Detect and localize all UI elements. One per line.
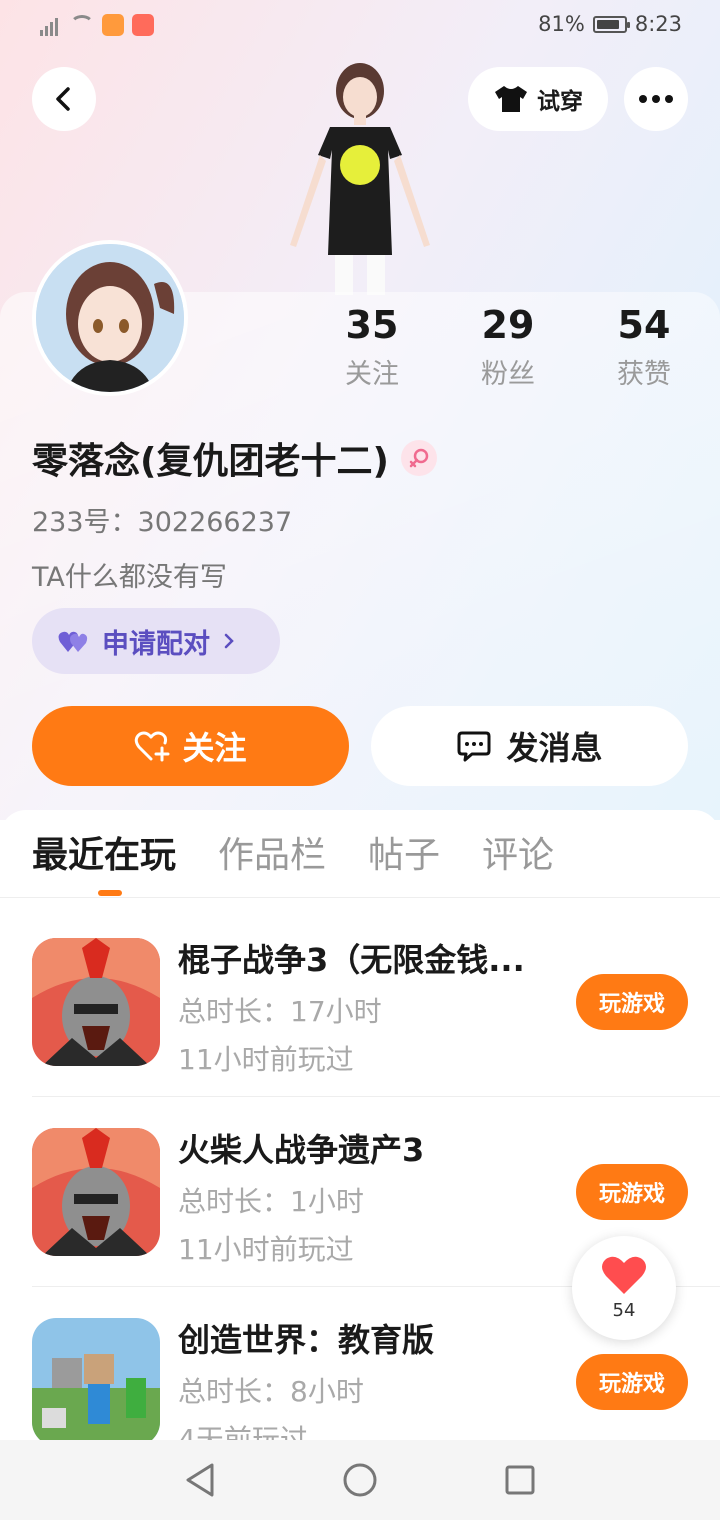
game-duration: 总时长：8小时	[178, 1375, 364, 1408]
try-on-button[interactable]: 试穿	[468, 67, 608, 131]
likes-count: 54	[617, 303, 671, 347]
system-navigation-bar	[0, 1440, 720, 1520]
try-on-label: 试穿	[537, 89, 583, 115]
profile-name-row: 零落念(复仇团老十二)	[32, 432, 437, 484]
game-last-played: 11小时前玩过	[178, 1233, 354, 1266]
more-options-button[interactable]	[624, 67, 688, 131]
game-list-item[interactable]: 棍子战争3（无限金钱... 总时长：17小时 11小时前玩过 玩游戏	[0, 938, 720, 1128]
game-duration: 总时长：17小时	[178, 995, 382, 1028]
send-message-button[interactable]: 发消息	[371, 706, 688, 786]
play-game-button[interactable]: 玩游戏	[576, 1164, 688, 1220]
game-title: 创造世界：教育版	[178, 1321, 435, 1359]
follow-label: 关注	[182, 729, 247, 767]
likes-stat[interactable]: 54 获赞	[589, 302, 699, 391]
tab-posts[interactable]: 帖子	[368, 828, 440, 884]
heart-plus-icon	[135, 731, 170, 762]
followers-stat[interactable]: 29 粉丝	[453, 302, 563, 391]
play-game-button[interactable]: 玩游戏	[576, 1354, 688, 1410]
female-gender-icon	[400, 440, 437, 476]
game-title: 火柴人战争遗产3	[178, 1131, 425, 1169]
tab-recently-played[interactable]: 最近在玩	[32, 828, 176, 884]
game-last-played: 11小时前玩过	[178, 1043, 354, 1076]
back-arrow-icon	[56, 87, 70, 111]
double-heart-icon	[58, 631, 88, 652]
tabs-divider	[0, 897, 720, 898]
followers-label: 粉丝	[481, 359, 535, 390]
app-notification-icon	[102, 14, 124, 36]
user-bio: TA什么都没有写	[32, 562, 227, 593]
wifi-icon	[70, 15, 94, 35]
more-dots-icon	[639, 95, 673, 103]
profile-name: 零落念(复仇团老十二)	[32, 441, 389, 482]
back-button[interactable]	[32, 67, 96, 131]
following-stat[interactable]: 35 关注	[317, 302, 427, 391]
list-divider	[32, 1096, 720, 1097]
game-title: 棍子战争3（无限金钱...	[178, 941, 525, 979]
3d-avatar-figure[interactable]	[280, 55, 440, 295]
clock: 8:23	[634, 12, 682, 36]
floating-like-button[interactable]: 54	[572, 1236, 676, 1340]
profile-tabs: 最近在玩 作品栏 帖子 评论	[32, 828, 554, 884]
avatar-image	[36, 244, 184, 392]
floating-like-count: 54	[612, 1300, 636, 1321]
heart-icon	[602, 1256, 646, 1294]
chat-bubble-icon	[457, 731, 491, 762]
active-tab-indicator	[98, 890, 122, 896]
pair-request-button[interactable]: 申请配对	[32, 608, 280, 674]
signal-icon	[40, 14, 62, 36]
play-game-button[interactable]: 玩游戏	[576, 974, 688, 1030]
game-duration: 总时长：1小时	[178, 1185, 364, 1218]
following-count: 35	[345, 303, 399, 347]
tab-works[interactable]: 作品栏	[218, 828, 326, 884]
game-icon	[32, 1318, 160, 1446]
pair-request-label: 申请配对	[102, 628, 210, 660]
battery-icon	[592, 15, 630, 33]
send-message-label: 发消息	[506, 729, 603, 767]
back-triangle-icon[interactable]	[184, 1462, 216, 1498]
tab-comments[interactable]: 评论	[482, 828, 554, 884]
game-icon	[32, 1128, 160, 1256]
follow-button[interactable]: 关注	[32, 706, 349, 786]
battery-percent: 81%	[538, 12, 585, 36]
user-id[interactable]: 233号：302266237	[32, 500, 292, 539]
app-notification-icon	[132, 14, 154, 36]
tshirt-icon	[495, 86, 527, 112]
likes-label: 获赞	[617, 359, 671, 390]
home-circle-icon[interactable]	[342, 1462, 378, 1498]
avatar[interactable]	[32, 240, 188, 396]
following-label: 关注	[345, 359, 399, 390]
followers-count: 29	[481, 303, 535, 347]
chevron-right-icon	[224, 633, 234, 649]
status-bar: 81% 8:23	[0, 0, 720, 56]
recents-square-icon[interactable]	[504, 1464, 536, 1496]
game-icon	[32, 938, 160, 1066]
